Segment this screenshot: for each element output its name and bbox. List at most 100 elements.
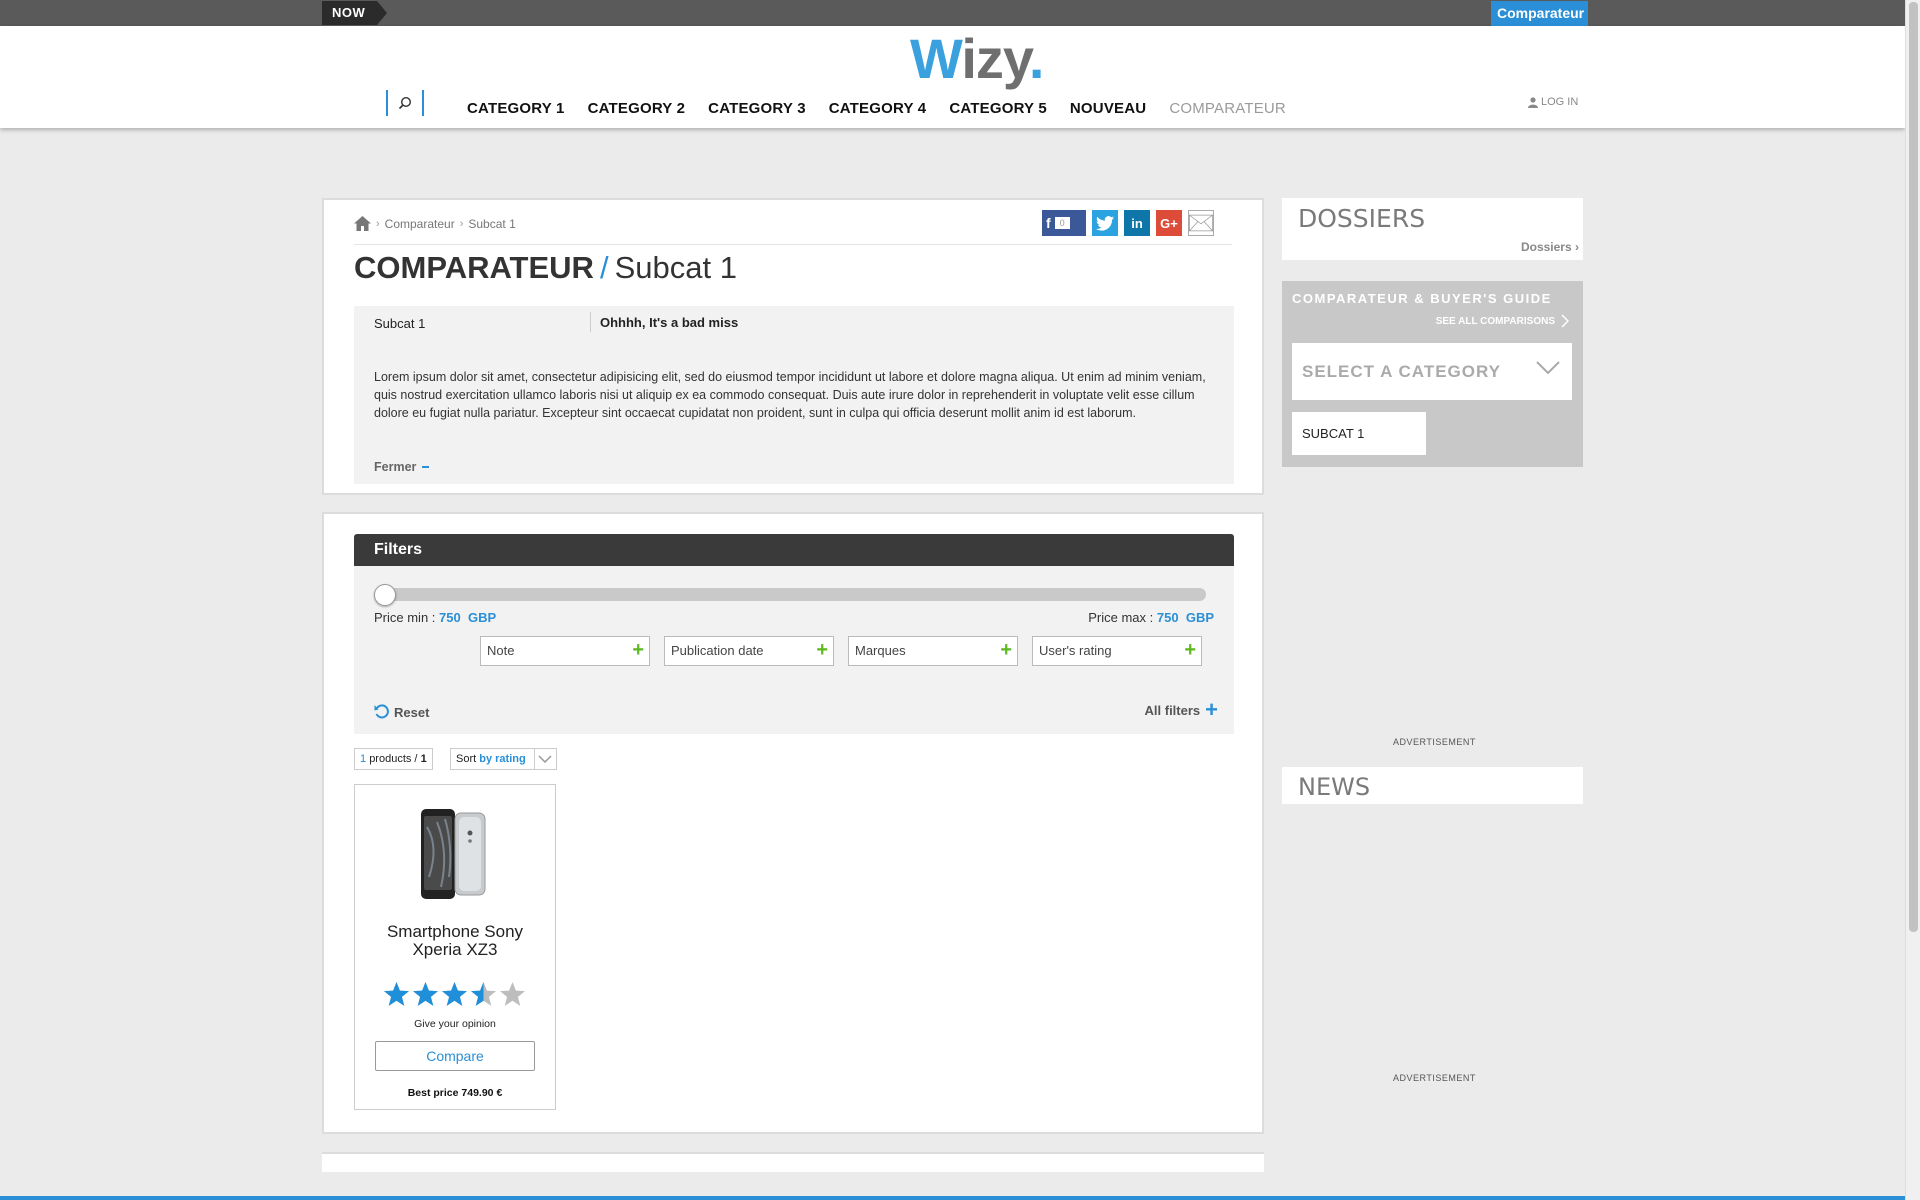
- search-icon: [398, 96, 412, 110]
- plus-icon: +: [816, 639, 828, 661]
- all-filters-label: All filters: [1144, 702, 1201, 718]
- facebook-icon: f: [1046, 215, 1051, 231]
- advertisement-label: ADVERTISEMENT: [1393, 1073, 1476, 1083]
- chevron-right-icon: ›: [459, 217, 464, 230]
- google-plus-icon: G+: [1160, 215, 1178, 231]
- price-max: Price max : 750 GBP: [1088, 610, 1214, 625]
- star-icon[interactable]: [383, 981, 410, 1008]
- product-count-value: 1: [360, 753, 367, 765]
- plus-icon: +: [632, 639, 644, 661]
- nav-nouveau[interactable]: NOUVEAU: [1070, 100, 1146, 117]
- sort-select[interactable]: Sort by rating: [450, 748, 557, 770]
- filter-users-rating[interactable]: User's rating +: [1032, 636, 1202, 666]
- subcat-link[interactable]: SUBCAT 1: [1292, 412, 1426, 455]
- twitter-share-button[interactable]: [1092, 210, 1118, 236]
- product-card[interactable]: Smartphone Sony Xperia XZ3 Give your opi…: [354, 784, 556, 1110]
- user-icon: [1528, 96, 1538, 108]
- all-filters-button[interactable]: All filters +: [1144, 699, 1218, 721]
- scrollbar[interactable]: [1905, 0, 1920, 1200]
- product-image[interactable]: [419, 807, 489, 901]
- advertisement-label: ADVERTISEMENT: [1393, 737, 1476, 747]
- facebook-count: 0: [1054, 217, 1070, 229]
- category-info-box: Subcat 1 Ohhhh, It's a bad miss Lorem ip…: [354, 306, 1234, 484]
- linkedin-share-button[interactable]: in: [1124, 210, 1150, 236]
- star-icon[interactable]: [412, 981, 439, 1008]
- info-message: Ohhhh, It's a bad miss: [600, 315, 739, 330]
- product-count: 1 products / 1: [354, 748, 433, 770]
- filter-marques[interactable]: Marques +: [848, 636, 1018, 666]
- sort-label: Sort: [456, 753, 477, 765]
- linkedin-icon: in: [1131, 215, 1143, 231]
- nav-category-4[interactable]: CATEGORY 4: [829, 100, 927, 117]
- guide-title: COMPARATEUR & BUYER'S GUIDE: [1292, 291, 1552, 306]
- give-opinion-link[interactable]: Give your opinion: [355, 1018, 555, 1030]
- filter-label: User's rating: [1039, 643, 1112, 658]
- home-icon[interactable]: [354, 216, 371, 231]
- product-name[interactable]: Smartphone Sony Xperia XZ3: [355, 923, 555, 959]
- info-divider: [590, 312, 591, 332]
- star-icon[interactable]: [441, 981, 468, 1008]
- product-count-label: products /: [369, 753, 418, 765]
- page-title-separator: /: [599, 250, 609, 285]
- plus-icon: +: [1000, 639, 1012, 661]
- star-icon[interactable]: [470, 981, 497, 1008]
- minus-icon: [422, 466, 430, 468]
- info-description: Lorem ipsum dolor sit amet, consectetur …: [374, 370, 1206, 420]
- price-max-value: 750: [1156, 610, 1179, 625]
- breadcrumb: › Comparateur › Subcat 1: [354, 216, 516, 231]
- site-logo[interactable]: Wizy.: [910, 26, 1044, 91]
- price-max-currency: GBP: [1185, 610, 1214, 625]
- price-min-label: Price min :: [374, 610, 436, 625]
- nav-category-3[interactable]: CATEGORY 3: [708, 100, 806, 117]
- news-title: NEWS: [1298, 773, 1371, 801]
- nav-category-2[interactable]: CATEGORY 2: [588, 100, 686, 117]
- top-comparateur-link[interactable]: Comparateur: [1491, 1, 1589, 26]
- price-min-value: 750: [439, 610, 461, 625]
- close-info-button[interactable]: Fermer: [374, 460, 430, 474]
- dossiers-title: DOSSIERS: [1298, 204, 1426, 233]
- site-header: Wizy. CATEGORY 1 CATEGORY 2 CATEGORY 3 C…: [0, 26, 1905, 128]
- dossiers-link-label: Dossiers: [1520, 240, 1572, 254]
- reset-filters-button[interactable]: Reset: [374, 704, 429, 720]
- login-link[interactable]: LOG IN: [1528, 96, 1578, 108]
- main-nav: CATEGORY 1 CATEGORY 2 CATEGORY 3 CATEGOR…: [467, 100, 1309, 117]
- see-all-comparisons-link[interactable]: SEE ALL COMPARISONS: [1436, 314, 1569, 328]
- dossiers-link[interactable]: Dossiers ›: [1521, 240, 1579, 254]
- chevron-right-icon: ›: [1575, 240, 1579, 254]
- star-icon[interactable]: [499, 981, 526, 1008]
- price-slider-handle[interactable]: [374, 584, 396, 606]
- email-share-button[interactable]: [1188, 210, 1214, 236]
- compare-button[interactable]: Compare: [375, 1041, 535, 1071]
- results-card: Filters Price min : 750 GBP Price max : …: [322, 512, 1264, 1134]
- bottom-accent-line: [0, 1196, 1905, 1200]
- now-tag[interactable]: NOW: [322, 1, 388, 25]
- close-label: Fermer: [374, 460, 417, 474]
- logo-letter: W: [910, 27, 962, 90]
- dossiers-widget: DOSSIERS Dossiers ›: [1282, 198, 1583, 260]
- breadcrumb-comparateur[interactable]: Comparateur: [385, 217, 455, 231]
- filter-note[interactable]: Note +: [480, 636, 650, 666]
- rating-stars[interactable]: [383, 981, 526, 1008]
- filter-publication-date[interactable]: Publication date +: [664, 636, 834, 666]
- search-button[interactable]: [386, 90, 424, 116]
- breadcrumb-subcat[interactable]: Subcat 1: [468, 217, 515, 231]
- scrollbar-thumb[interactable]: [1909, 2, 1918, 932]
- price-min: Price min : 750 GBP: [374, 610, 496, 625]
- category-select[interactable]: SELECT A CATEGORY: [1292, 343, 1572, 400]
- page-title-sub: Subcat 1: [614, 250, 737, 285]
- nav-comparateur[interactable]: COMPARATEUR: [1169, 100, 1286, 117]
- product-count-total: 1: [420, 753, 427, 765]
- best-price: Best price 749.90 €: [407, 1087, 503, 1099]
- google-plus-share-button[interactable]: G+: [1156, 210, 1182, 236]
- filter-label: Publication date: [671, 643, 764, 658]
- nav-category-5[interactable]: CATEGORY 5: [949, 100, 1047, 117]
- email-icon: [1189, 214, 1213, 232]
- nav-category-1[interactable]: CATEGORY 1: [467, 100, 565, 117]
- chevron-right-icon: ›: [376, 217, 380, 230]
- category-select-placeholder: SELECT A CATEGORY: [1302, 362, 1501, 381]
- facebook-share-button[interactable]: f0: [1042, 210, 1086, 236]
- chevron-down-icon: [1536, 361, 1560, 375]
- twitter-icon: [1096, 215, 1114, 231]
- plus-icon: +: [1184, 639, 1196, 661]
- price-slider-track[interactable]: [376, 588, 1206, 601]
